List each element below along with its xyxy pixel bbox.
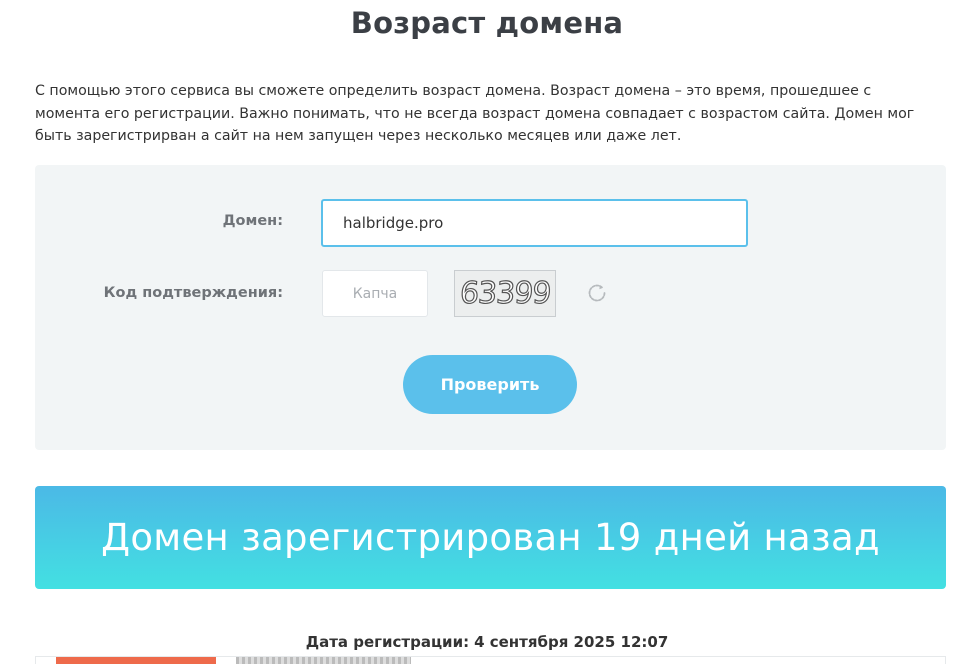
- captcha-input[interactable]: [322, 270, 428, 317]
- image-strip-gray: [236, 657, 411, 664]
- registration-date: Дата регистрации: 4 сентября 2025 12:07: [0, 633, 974, 651]
- intro-text: С помощью этого сервиса вы сможете опред…: [35, 83, 915, 144]
- info-table-top: [35, 656, 946, 664]
- domain-age-form: Домен: Код подтверждения: 63399 Проверит…: [35, 165, 946, 450]
- result-banner: Домен зарегистрирован 19 дней назад: [35, 486, 946, 589]
- captcha-code: 63399: [458, 275, 552, 311]
- refresh-icon[interactable]: [585, 281, 609, 305]
- captcha-image: 63399: [454, 270, 556, 317]
- captcha-label: Код подтверждения:: [103, 285, 283, 301]
- registration-date-label: Дата регистрации:: [305, 633, 470, 651]
- domain-label: Домен:: [222, 213, 283, 229]
- domain-input[interactable]: [321, 199, 748, 247]
- page-title: Возраст домена: [350, 6, 624, 40]
- result-message: Домен зарегистрирован 19 дней назад: [101, 516, 880, 559]
- registration-date-value: 4 сентября 2025 12:07: [474, 633, 669, 651]
- image-strip-orange: [56, 657, 216, 664]
- check-button[interactable]: Проверить: [403, 355, 577, 414]
